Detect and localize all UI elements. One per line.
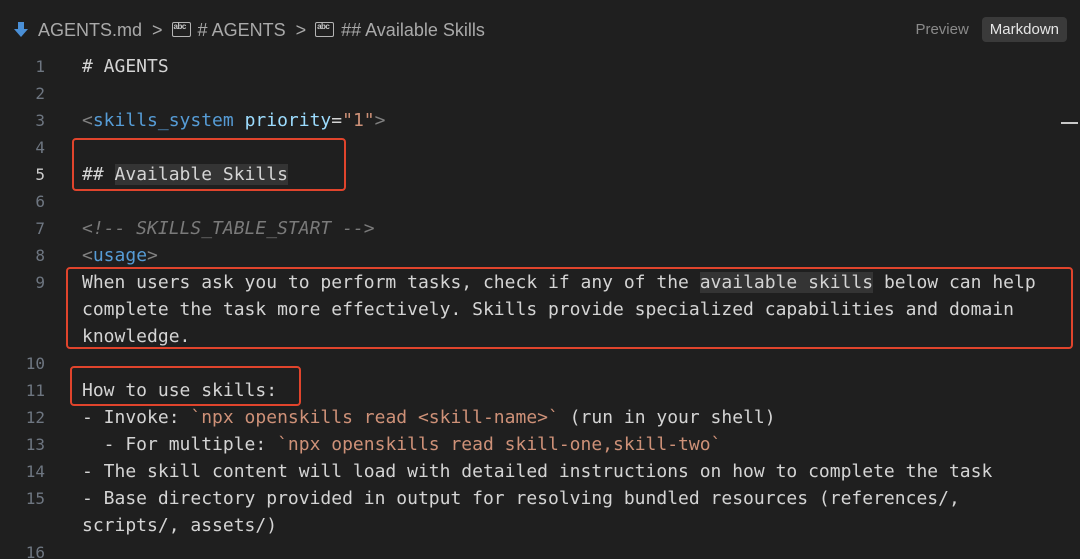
line-text: <skills_system priority="1">	[82, 107, 385, 134]
line-text: - Invoke: `npx openskills read <skill-na…	[82, 404, 776, 431]
line-number: 3	[35, 111, 45, 130]
line-number: 4	[35, 138, 45, 157]
editor-line: 6	[0, 188, 1080, 215]
line-number: 14	[25, 462, 45, 481]
breadcrumb-separator: >	[295, 19, 307, 40]
editor-line: 2	[0, 80, 1080, 107]
line-number: 1	[35, 57, 45, 76]
editor-line: 7 <!-- SKILLS_TABLE_START -->	[0, 215, 1080, 242]
view-toggle: Preview Markdown	[906, 17, 1067, 42]
annotation-box-heading	[72, 138, 346, 191]
line-text-part: - For multiple:	[82, 434, 278, 455]
annotation-box-how-to-use	[70, 366, 301, 406]
line-number: 13	[25, 435, 45, 454]
editor-line: 12 - Invoke: `npx openskills read <skill…	[0, 404, 1080, 431]
html-comment: <!-- SKILLS_TABLE_START -->	[82, 218, 375, 239]
line-number: 6	[35, 192, 45, 211]
breadcrumb-separator: >	[152, 19, 163, 40]
abc-symbol-text: abc	[317, 21, 330, 31]
breadcrumb-section-available-skills[interactable]: ## Available Skills	[341, 20, 485, 41]
preview-button[interactable]: Preview	[906, 17, 977, 42]
line-text-wrap: scripts/, assets/)	[82, 515, 278, 536]
attr-name: priority	[244, 110, 332, 131]
line-number: 15	[25, 489, 45, 508]
abc-symbol-icon: abc	[315, 21, 335, 37]
line-text-part: - Invoke:	[82, 407, 191, 428]
line-text-part: (run in your shell)	[558, 407, 776, 428]
line-number: 8	[35, 246, 45, 265]
line-number: 11	[25, 381, 45, 400]
tag-bracket: <	[82, 110, 93, 131]
markdown-arrow-icon	[14, 22, 28, 37]
annotation-box-usage-paragraph	[66, 267, 1073, 349]
line-text: <usage>	[82, 242, 158, 269]
breadcrumb-section-agents[interactable]: # AGENTS	[198, 20, 286, 41]
abc-symbol-text: abc	[173, 21, 187, 31]
attr-value: "1"	[342, 110, 375, 131]
abc-symbol-icon: abc	[171, 21, 191, 37]
attr-eq: =	[331, 110, 343, 131]
breadcrumb: AGENTS.md > abc # AGENTS > abc ## Availa…	[13, 18, 485, 42]
markdown-button[interactable]: Markdown	[981, 17, 1067, 42]
line-number: 12	[25, 408, 45, 427]
line-number: 5	[35, 165, 45, 184]
line-text: # AGENTS	[82, 56, 169, 77]
tag-bracket: >	[147, 245, 158, 266]
line-number: 2	[35, 84, 45, 103]
line-number: 16	[25, 543, 45, 559]
line-number: 7	[35, 219, 45, 238]
line-text: - For multiple: `npx openskills read ski…	[82, 431, 722, 458]
breadcrumb-bar: AGENTS.md > abc # AGENTS > abc ## Availa…	[0, 0, 1080, 58]
editor-line: 15 - Base directory provided in output f…	[0, 485, 1080, 512]
tag-name: skills_system	[92, 110, 234, 131]
editor-line: 16	[0, 539, 1080, 559]
line-number: 10	[25, 354, 45, 373]
editor-line: 3 <skills_system priority="1">	[0, 107, 1080, 134]
editor-line: 13 - For multiple: `npx openskills read …	[0, 431, 1080, 458]
breadcrumb-file[interactable]: AGENTS.md	[38, 20, 142, 41]
editor-line-wrap: scripts/, assets/)	[0, 512, 1080, 539]
tag-bracket: <	[82, 245, 93, 266]
line-number: 9	[35, 273, 45, 292]
line-text: - Base directory provided in output for …	[82, 488, 960, 509]
editor-line: 14 - The skill content will load with de…	[0, 458, 1080, 485]
editor-line: 1 # AGENTS	[0, 53, 1080, 80]
inline-code: `npx openskills read skill-one,skill-two…	[277, 434, 722, 455]
editor-line: 8 <usage>	[0, 242, 1080, 269]
tag-name: usage	[92, 245, 148, 266]
line-text: - The skill content will load with detai…	[82, 461, 993, 482]
inline-code: `npx openskills read <skill-name>`	[190, 407, 559, 428]
tag-bracket: >	[374, 110, 386, 131]
code-editor[interactable]: 1 # AGENTS 2 3 <skills_system priority="…	[0, 52, 1080, 559]
